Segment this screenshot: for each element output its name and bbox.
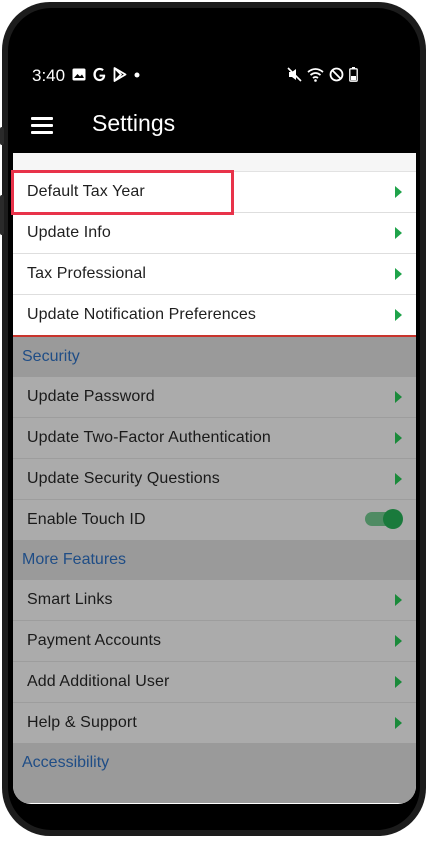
google-icon (93, 67, 106, 82)
status-icons-left (72, 67, 141, 82)
settings-item-label: Enable Touch ID (27, 511, 146, 528)
chevron-right-icon (395, 186, 402, 198)
status-bar: 3:40 (13, 52, 416, 97)
do-not-disturb-icon (329, 67, 344, 82)
dimmed-overlay-region: Security Update Password Update Two-Fact… (13, 337, 416, 803)
settings-item-label: Payment Accounts (27, 632, 162, 649)
settings-item-label: Default Tax Year (27, 183, 145, 200)
settings-item-label: Add Additional User (27, 673, 170, 690)
app-bar: Settings (13, 97, 416, 153)
section-title: Security (22, 348, 80, 365)
chevron-right-icon (395, 594, 402, 606)
status-time: 3:40 (32, 66, 66, 85)
chevron-right-icon (395, 391, 402, 403)
chevron-right-icon (395, 676, 402, 688)
settings-item-security-questions[interactable]: Update Security Questions (13, 459, 416, 500)
page-title: Settings (92, 110, 176, 136)
device-screen: 3:40 Settings Default Tax Year Update In… (13, 52, 416, 804)
settings-item-label: Update Info (27, 224, 111, 241)
settings-item-touch-id: Enable Touch ID (13, 500, 416, 540)
section-title: More Features (22, 551, 127, 568)
dot-icon (134, 72, 140, 77)
settings-item-help-support[interactable]: Help & Support (13, 703, 416, 743)
settings-item-two-factor[interactable]: Update Two-Factor Authentication (13, 418, 416, 459)
status-icons-right (287, 67, 358, 82)
phone-volume-button (0, 195, 4, 235)
list-top-spacer (13, 153, 416, 172)
settings-item-label: Help & Support (27, 714, 137, 731)
settings-item-label: Tax Professional (27, 265, 146, 282)
section-header-accessibility: Accessibility (13, 743, 416, 803)
section-header-security: Security (13, 337, 416, 377)
chevron-right-icon (395, 432, 402, 444)
chevron-right-icon (395, 309, 402, 321)
section-title: Accessibility (22, 754, 110, 771)
image-icon (72, 68, 86, 81)
settings-item-label: Update Two-Factor Authentication (27, 429, 271, 446)
chevron-right-icon (395, 227, 402, 239)
settings-item-update-password[interactable]: Update Password (13, 377, 416, 418)
chevron-right-icon (395, 268, 402, 280)
wifi-icon (307, 68, 324, 82)
phone-side-button (0, 127, 4, 145)
settings-list: Default Tax Year Update Info Tax Profess… (13, 153, 416, 804)
battery-icon (349, 67, 358, 82)
settings-item-label: Smart Links (27, 591, 113, 608)
settings-item-tax-professional[interactable]: Tax Professional (13, 254, 416, 295)
chevron-right-icon (395, 473, 402, 485)
settings-item-notification-preferences[interactable]: Update Notification Preferences (13, 295, 416, 335)
settings-item-label: Update Password (27, 388, 155, 405)
play-store-icon (113, 67, 127, 82)
settings-item-smart-links[interactable]: Smart Links (13, 580, 416, 621)
section-header-more-features: More Features (13, 540, 416, 580)
menu-icon[interactable] (31, 117, 53, 134)
chevron-right-icon (395, 635, 402, 647)
mute-icon (287, 67, 302, 82)
chevron-right-icon (395, 717, 402, 729)
settings-item-label: Update Notification Preferences (27, 306, 256, 323)
settings-item-payment-accounts[interactable]: Payment Accounts (13, 621, 416, 662)
touch-id-toggle[interactable] (365, 509, 403, 529)
settings-item-update-info[interactable]: Update Info (13, 213, 416, 254)
settings-item-add-user[interactable]: Add Additional User (13, 662, 416, 703)
toggle-knob (383, 509, 403, 529)
settings-item-default-tax-year[interactable]: Default Tax Year (13, 172, 416, 213)
settings-item-label: Update Security Questions (27, 470, 220, 487)
